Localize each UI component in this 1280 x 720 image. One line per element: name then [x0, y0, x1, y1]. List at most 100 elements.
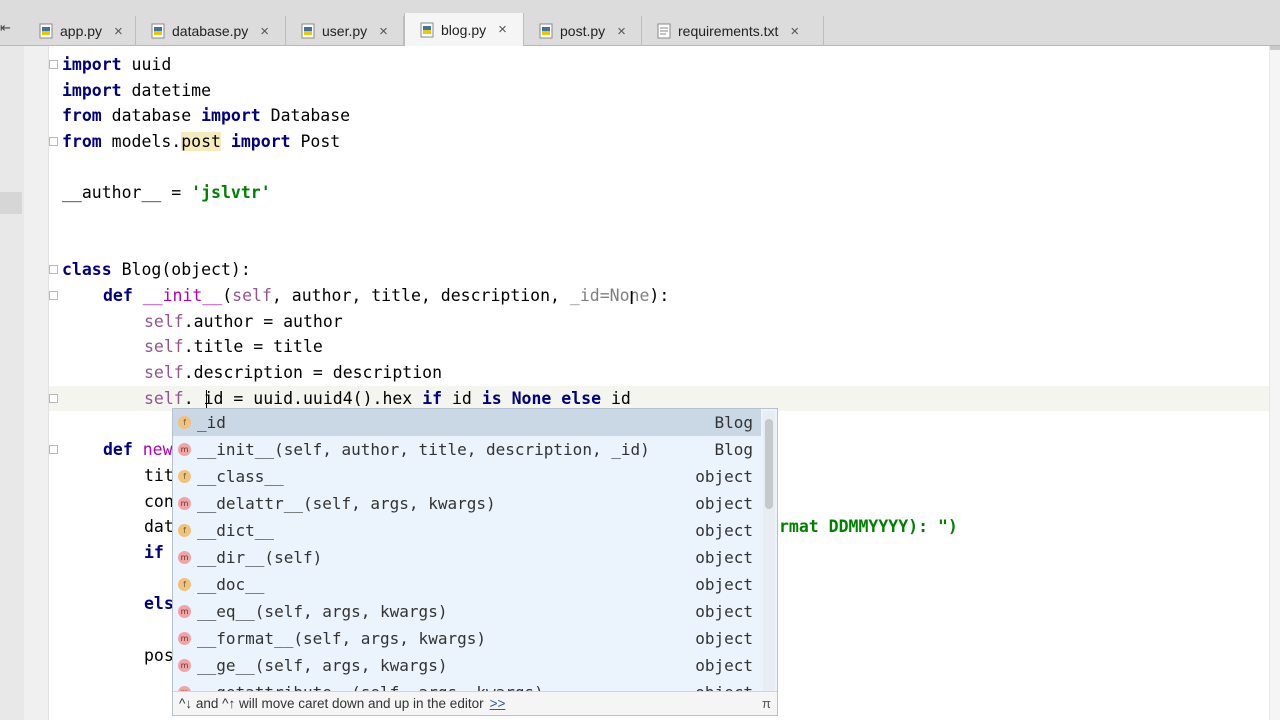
self-keyword: self — [232, 286, 272, 305]
pi-icon[interactable]: π — [762, 692, 771, 715]
close-icon[interactable]: × — [498, 21, 507, 38]
field-icon: f — [178, 524, 191, 537]
keyword: import — [62, 81, 122, 100]
completion-item[interactable]: m __delattr__(self, args, kwargs) object — [173, 490, 761, 517]
python-file-icon — [420, 22, 434, 37]
python-file-icon — [539, 23, 553, 39]
completion-hint: ^↓ and ^↑ will move caret down and up in… — [179, 696, 484, 711]
method-icon: m — [178, 497, 191, 510]
code-text: dat — [144, 517, 174, 536]
method-icon: m — [178, 659, 191, 672]
completion-name: __format__(self, args, kwargs) — [197, 629, 486, 648]
completion-scroll-thumb[interactable] — [765, 419, 773, 509]
code-line-4[interactable]: from models.post import Post — [62, 129, 340, 155]
completion-item[interactable]: m __getattribute__(self, args, kwargs) o… — [173, 679, 761, 691]
editor-scrollbar[interactable] — [1269, 46, 1280, 720]
tab-database-py[interactable]: database.py × — [136, 16, 286, 46]
code-line-20[interactable]: if — [144, 540, 164, 566]
code-line-16[interactable]: def new — [103, 437, 173, 463]
completion-item[interactable]: m __eq__(self, args, kwargs) object — [173, 598, 761, 625]
python-file-icon — [151, 23, 165, 39]
completion-item[interactable]: m __format__(self, args, kwargs) object — [173, 625, 761, 652]
code-text: models. — [101, 132, 182, 151]
code-line-19[interactable]: dat — [144, 514, 174, 540]
close-icon[interactable]: × — [379, 23, 388, 40]
completion-type: object — [695, 521, 753, 540]
gutter-marker — [0, 192, 22, 214]
keyword: None — [501, 389, 552, 408]
method-icon: m — [178, 632, 191, 645]
fold-marker-icon[interactable] — [49, 445, 58, 454]
code-line-24[interactable]: pos — [144, 643, 174, 669]
code-line-19-tail[interactable]: rmat DDMMYYYY): ") — [779, 514, 958, 540]
tab-blog-py[interactable]: blog.py × — [404, 13, 524, 46]
code-text: uuid — [121, 55, 172, 74]
fold-marker-icon[interactable] — [49, 137, 58, 146]
completion-more-link[interactable]: >> — [490, 696, 506, 711]
tab-user-py[interactable]: user.py × — [286, 16, 404, 46]
completion-item[interactable]: m __init__(self, author, title, descript… — [173, 436, 761, 463]
code-text: .author = author — [183, 312, 343, 331]
code-line-11[interactable]: self.author = author — [144, 309, 343, 335]
code-line-3[interactable]: from database import Database — [62, 103, 350, 129]
completion-item[interactable]: m __dir__(self) object — [173, 544, 761, 571]
code-text: database — [101, 106, 202, 125]
completion-name: __delattr__(self, args, kwargs) — [197, 494, 496, 513]
self-keyword: self — [144, 363, 184, 382]
code-text: Database — [260, 106, 351, 125]
completion-item[interactable]: f __dict__ object — [173, 517, 761, 544]
completion-type: object — [695, 656, 753, 675]
code-text: id — [442, 389, 482, 408]
code-text: __author__ — [62, 183, 162, 202]
code-text: ( — [222, 286, 233, 305]
keyword: class — [62, 260, 112, 279]
fold-marker-icon[interactable] — [49, 394, 58, 403]
code-line-2[interactable]: import datetime — [62, 78, 211, 104]
code-line-6[interactable]: __author__ = 'jslvtr' — [62, 180, 271, 206]
close-icon[interactable]: × — [114, 23, 123, 40]
fold-marker-icon[interactable] — [49, 60, 58, 69]
close-icon[interactable]: × — [790, 23, 799, 40]
code-line-13[interactable]: self.description = description — [144, 360, 442, 386]
close-icon[interactable]: × — [617, 23, 626, 40]
field-icon: f — [178, 578, 191, 591]
completion-item[interactable]: f _id Blog — [173, 409, 761, 436]
tab-post-py[interactable]: post.py × — [524, 16, 642, 46]
fold-marker-icon[interactable] — [49, 291, 58, 300]
code-line-9[interactable]: class Blog(object): — [62, 257, 251, 283]
close-icon[interactable]: × — [260, 23, 269, 40]
tab-requirements-txt[interactable]: requirements.txt × — [642, 16, 824, 46]
code-line-12[interactable]: self.title = title — [144, 334, 323, 360]
string-literal: rmat DDMMYYYY): ") — [779, 517, 958, 536]
method-icon: m — [178, 551, 191, 564]
keyword: els — [144, 594, 174, 613]
ibeam-cursor-icon: I — [629, 288, 635, 309]
code-line-22[interactable]: els — [144, 591, 174, 617]
completion-name: __dict__ — [197, 521, 275, 540]
completion-list[interactable]: f _id Blog m __init__(self, author, titl… — [173, 409, 761, 691]
code-completion-popup[interactable]: f _id Blog m __init__(self, author, titl… — [172, 408, 778, 716]
tab-app-py[interactable]: app.py × — [24, 16, 136, 46]
completion-item[interactable]: f __doc__ object — [173, 571, 761, 598]
completion-name: __init__(self, author, title, descriptio… — [197, 440, 650, 459]
code-line-18[interactable]: con — [144, 489, 174, 515]
completion-item[interactable]: f __class__ object — [173, 463, 761, 490]
field-icon: f — [178, 416, 191, 429]
keyword: import — [62, 55, 122, 74]
method-icon: m — [178, 443, 191, 456]
completion-name: _id — [197, 413, 226, 432]
code-line-1[interactable]: import uuid — [62, 52, 171, 78]
python-file-icon — [39, 23, 53, 39]
code-text: = uuid.uuid4().hex — [223, 389, 423, 408]
code-line-17[interactable]: tit — [144, 463, 174, 489]
self-keyword: self — [144, 337, 184, 356]
tab-scroll-left-icon[interactable]: ⇤ — [0, 20, 11, 36]
code-text: tit — [144, 466, 174, 485]
string-literal: 'jslvtr' — [191, 183, 271, 202]
code-text: . — [183, 389, 204, 408]
completion-item[interactable]: m __ge__(self, args, kwargs) object — [173, 652, 761, 679]
completion-type: Blog — [714, 413, 753, 432]
code-text: = — [161, 183, 192, 202]
code-line-10[interactable]: def __init__(self, author, title, descri… — [103, 283, 669, 309]
fold-marker-icon[interactable] — [49, 265, 58, 274]
